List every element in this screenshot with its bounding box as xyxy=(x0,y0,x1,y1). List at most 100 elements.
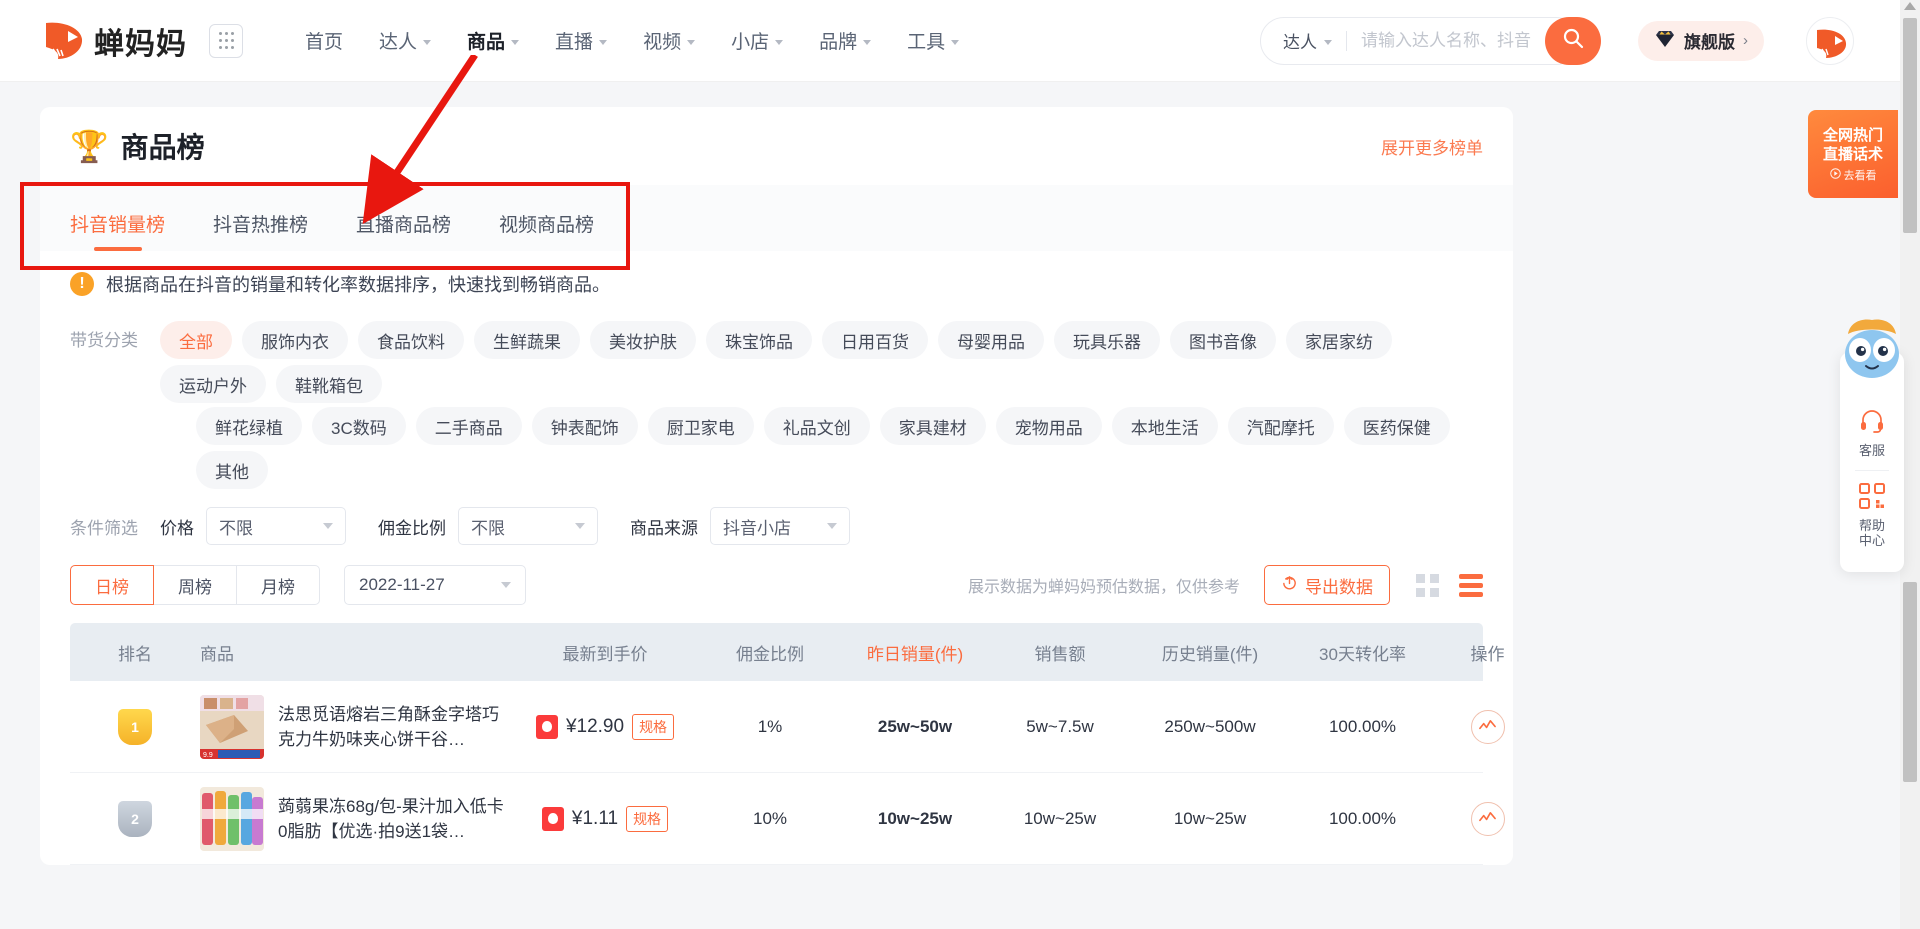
tab-live-product-ranking[interactable]: 直播商品榜 xyxy=(356,210,451,251)
col-amount[interactable]: 销售额 xyxy=(990,640,1130,665)
chip-shoes-bags[interactable]: 鞋靴箱包 xyxy=(276,365,382,403)
trend-chart-icon[interactable] xyxy=(1470,709,1505,744)
tab-douyin-hot-push-ranking[interactable]: 抖音热推榜 xyxy=(213,210,308,251)
chip-label: 服饰内衣 xyxy=(261,332,329,352)
nav-label: 品牌 xyxy=(819,32,858,53)
spec-tag[interactable]: 规格 xyxy=(626,805,669,832)
chip-watches-accessories[interactable]: 钟表配饰 xyxy=(531,407,638,445)
product-thumbnail[interactable]: 9.9 xyxy=(200,694,264,759)
date-picker[interactable]: 2022-11-27 xyxy=(344,565,526,605)
chevron-down-icon xyxy=(599,39,608,45)
grid-view-icon[interactable] xyxy=(1416,573,1439,597)
rail-item-support[interactable]: 客服 xyxy=(1840,396,1904,470)
nav-item-product[interactable]: 商品 xyxy=(467,27,520,54)
main-nav: 首页 达人 商品 直播 视频 小店 品牌 工具 xyxy=(305,27,960,54)
chip-all[interactable]: 全部 xyxy=(160,321,232,359)
chip-label: 全部 xyxy=(179,332,213,352)
chip-toys-instruments[interactable]: 玩具乐器 xyxy=(1054,321,1160,359)
action-cell xyxy=(1435,709,1513,744)
chip-other[interactable]: 其他 xyxy=(196,451,268,489)
search-type-selector[interactable]: 达人 xyxy=(1283,28,1332,53)
product-name[interactable]: 法思觅语熔岩三角酥金字塔巧克力牛奶味夹心饼干谷… xyxy=(278,702,510,752)
col-rank: 排名 xyxy=(118,644,152,664)
chip-beauty-skincare[interactable]: 美妆护肤 xyxy=(590,321,696,359)
chip-secondhand[interactable]: 二手商品 xyxy=(415,407,522,445)
spec-tag[interactable]: 规格 xyxy=(632,713,675,740)
scrollbar-thumb-secondary[interactable] xyxy=(1903,582,1917,782)
nav-item-talent[interactable]: 达人 xyxy=(379,27,432,54)
product-name[interactable]: 蒟蒻果冻68g/包-果汁加入低卡0脂肪【优选·拍9送1袋… xyxy=(278,794,510,844)
chip-sports-outdoor[interactable]: 运动户外 xyxy=(160,365,266,403)
table-row[interactable]: 2 蒟蒻果冻68g/包-果汁加入低卡0脂肪【优选·拍9送1袋… ¥1.11 规格… xyxy=(70,773,1505,865)
chip-fresh-produce[interactable]: 生鲜蔬果 xyxy=(474,321,580,359)
chip-kitchen-bath-appliances[interactable]: 厨卫家电 xyxy=(647,407,754,445)
nav-item-brand[interactable]: 品牌 xyxy=(819,27,872,54)
chip-books-media[interactable]: 图书音像 xyxy=(1170,321,1276,359)
chip-pet-supplies[interactable]: 宠物用品 xyxy=(995,407,1102,445)
period-daily-button[interactable]: 日榜 xyxy=(70,565,154,605)
col-conversion[interactable]: 30天转化率 xyxy=(1290,640,1435,665)
product-cell[interactable]: 蒟蒻果冻68g/包-果汁加入低卡0脂肪【优选·拍9送1袋… xyxy=(200,786,510,851)
chip-gifts-culture[interactable]: 礼品文创 xyxy=(763,407,870,445)
period-weekly-button[interactable]: 周榜 xyxy=(153,565,237,605)
chip-flowers-plants[interactable]: 鲜花绿植 xyxy=(196,407,302,445)
col-sales-yesterday[interactable]: 昨日销量(件) xyxy=(840,640,990,665)
scroll-up-arrow-icon[interactable] xyxy=(1904,2,1916,10)
chip-food-beverage[interactable]: 食品饮料 xyxy=(358,321,464,359)
apps-grid-icon[interactable] xyxy=(209,23,243,58)
scrollbar-thumb[interactable] xyxy=(1903,18,1917,233)
nav-item-shop[interactable]: 小店 xyxy=(731,27,784,54)
promo-cta: 去看看 xyxy=(1829,167,1877,183)
nav-item-live[interactable]: 直播 xyxy=(555,27,608,54)
period-monthly-button[interactable]: 月榜 xyxy=(236,565,320,605)
nav-label: 视频 xyxy=(643,32,682,53)
tab-douyin-sales-ranking[interactable]: 抖音销量榜 xyxy=(70,210,165,251)
search-input[interactable] xyxy=(1361,30,1531,51)
export-data-button[interactable]: 导出数据 xyxy=(1264,565,1390,605)
chip-daily-goods[interactable]: 日用百货 xyxy=(822,321,928,359)
chip-auto-moto[interactable]: 汽配摩托 xyxy=(1227,407,1334,445)
nav-item-home[interactable]: 首页 xyxy=(305,27,343,54)
category-chip-group-1: 全部 服饰内衣 食品饮料 生鲜蔬果 美妆护肤 珠宝饰品 日用百货 母婴用品 玩具… xyxy=(160,321,1483,403)
commission-label: 佣金比例 xyxy=(378,518,446,538)
svg-text:9.9: 9.9 xyxy=(203,752,213,759)
tab-video-product-ranking[interactable]: 视频商品榜 xyxy=(499,210,594,251)
chip-maternal-baby[interactable]: 母婴用品 xyxy=(938,321,1044,359)
col-history[interactable]: 历史销量(件) xyxy=(1130,640,1290,665)
col-price: 最新到手价 xyxy=(562,644,648,664)
search-button[interactable] xyxy=(1545,16,1601,65)
promo-line2: 直播话术 xyxy=(1822,145,1883,163)
chip-furniture-materials[interactable]: 家具建材 xyxy=(879,407,986,445)
vip-upgrade-button[interactable]: 旗舰版 › xyxy=(1638,20,1764,61)
chip-jewelry[interactable]: 珠宝饰品 xyxy=(706,321,812,359)
nav-item-tools[interactable]: 工具 xyxy=(907,27,960,54)
rail-item-label: 客服 xyxy=(1858,443,1885,458)
chip-label: 医药保健 xyxy=(1362,418,1431,438)
avatar[interactable] xyxy=(1806,16,1854,65)
source-select[interactable]: 抖音小店 xyxy=(710,507,850,545)
chip-apparel[interactable]: 服饰内衣 xyxy=(242,321,348,359)
chip-3c-digital[interactable]: 3C数码 xyxy=(312,407,406,445)
history-sales-value: 250w~500w xyxy=(1164,716,1256,736)
chip-home-textiles[interactable]: 家居家纺 xyxy=(1286,321,1392,359)
trend-chart-icon[interactable] xyxy=(1470,801,1505,836)
rail-item-label: 帮助 中心 xyxy=(1859,518,1885,548)
product-cell[interactable]: 9.9 法思觅语熔岩三角酥金字塔巧克力牛奶味夹心饼干谷… xyxy=(200,694,510,759)
product-thumbnail[interactable] xyxy=(200,786,264,851)
rail-item-help-center[interactable]: 帮助 中心 xyxy=(1840,471,1904,560)
nav-item-video[interactable]: 视频 xyxy=(643,27,696,54)
table-row[interactable]: 1 9.9 法思觅语熔岩三角酥金字塔巧克力牛奶味夹心饼干谷… ¥12.90 规格… xyxy=(70,681,1505,773)
sales-yesterday-value: 10w~25w xyxy=(877,808,953,828)
expand-more-rankings-link[interactable]: 展开更多榜单 xyxy=(1381,134,1483,159)
commission-value: 1% xyxy=(757,716,783,736)
price-select[interactable]: 不限 xyxy=(206,507,346,545)
chip-local-life[interactable]: 本地生活 xyxy=(1111,407,1218,445)
list-view-icon[interactable] xyxy=(1459,573,1483,597)
live-script-promo-banner[interactable]: 全网热门 直播话术 去看看 xyxy=(1808,110,1898,198)
commission-select[interactable]: 不限 xyxy=(458,507,598,545)
tab-label: 抖音销量榜 xyxy=(70,215,166,236)
top-header: 蝉妈妈 首页 达人 商品 直播 视频 小店 品牌 工具 达人 请输入达人名称、抖… xyxy=(0,0,1900,82)
chip-medicine-health[interactable]: 医药保健 xyxy=(1343,407,1450,445)
period-label: 周榜 xyxy=(178,577,212,597)
brand-logo[interactable]: 蝉妈妈 xyxy=(40,19,187,63)
